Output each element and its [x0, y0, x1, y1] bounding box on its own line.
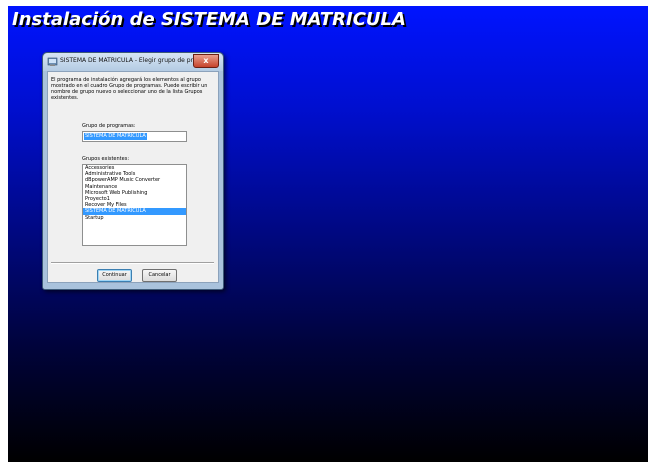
setup-background: Instalación de SISTEMA DE MATRICULA SIST… — [8, 6, 648, 462]
choose-program-group-dialog: SISTEMA DE MATRICULA - Elegir grupo de p… — [42, 52, 224, 290]
program-group-label: Grupo de programas: — [82, 123, 136, 129]
setup-app-icon — [47, 57, 58, 66]
close-button[interactable]: x — [193, 54, 219, 68]
continue-button[interactable]: Continuar — [97, 269, 132, 282]
dialog-description: El programa de instalación agregará los … — [51, 77, 208, 101]
cancel-button[interactable]: Cancelar — [142, 269, 177, 282]
program-group-value: SISTEMA DE MATRICULA — [84, 133, 147, 140]
setup-title: Instalación de SISTEMA DE MATRICULA — [12, 9, 406, 30]
dialog-titlebar[interactable]: SISTEMA DE MATRICULA - Elegir grupo de p… — [43, 53, 223, 71]
list-item[interactable]: Startup — [83, 215, 186, 221]
existing-groups-list[interactable]: Accessories Administrative Tools dBpower… — [82, 164, 187, 246]
existing-groups-label: Grupos existentes: — [82, 156, 129, 162]
close-icon: x — [203, 56, 209, 65]
program-group-input[interactable]: SISTEMA DE MATRICULA — [82, 131, 187, 142]
separator — [51, 262, 214, 264]
dialog-body: El programa de instalación agregará los … — [47, 71, 219, 283]
